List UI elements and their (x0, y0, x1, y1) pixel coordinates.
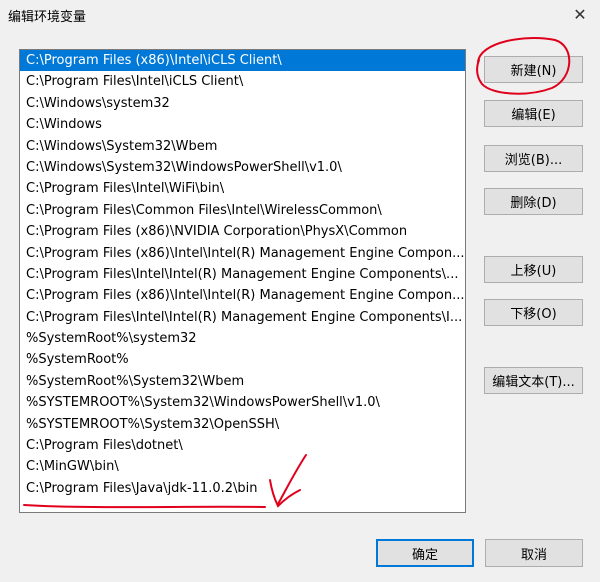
list-item[interactable]: C:\Program Files\Java\jdk-11.0.2\bin (20, 478, 465, 499)
edit-text-button[interactable]: 编辑文本(T)... (484, 367, 583, 394)
list-item[interactable]: %SystemRoot%\System32\Wbem (20, 371, 465, 392)
window-title: 编辑环境变量 (8, 10, 87, 25)
list-item[interactable]: C:\Program Files\Intel\Intel(R) Manageme… (20, 307, 465, 328)
close-icon[interactable]: ✕ (568, 2, 592, 26)
list-item[interactable]: C:\Program Files\Intel\Intel(R) Manageme… (20, 264, 465, 285)
list-item[interactable]: C:\Program Files\Intel\iCLS Client\ (20, 71, 465, 92)
move-down-button[interactable]: 下移(O) (484, 299, 583, 326)
list-item[interactable]: C:\Program Files (x86)\NVIDIA Corporatio… (20, 221, 465, 242)
list-item[interactable]: C:\Program Files (x86)\Intel\iCLS Client… (20, 50, 465, 72)
list-item[interactable]: %SYSTEMROOT%\System32\OpenSSH\ (20, 414, 465, 435)
list-item[interactable]: C:\Windows\System32\Wbem (20, 136, 465, 157)
move-up-button[interactable]: 上移(U) (484, 256, 583, 283)
list-item[interactable]: %SystemRoot%\system32 (20, 328, 465, 349)
list-item[interactable]: C:\Program Files\dotnet\ (20, 435, 465, 456)
list-item[interactable]: C:\MinGW\bin\ (20, 456, 465, 477)
browse-button[interactable]: 浏览(B)... (484, 145, 583, 172)
list-item[interactable]: C:\Program Files (x86)\Intel\Intel(R) Ma… (20, 243, 465, 264)
list-item[interactable]: C:\Program Files (x86)\Intel\Intel(R) Ma… (20, 285, 465, 306)
new-button[interactable]: 新建(N) (484, 56, 583, 83)
list-item[interactable]: C:\Program Files\Common Files\Intel\Wire… (20, 200, 465, 221)
list-item[interactable]: C:\Program Files\Intel\WiFi\bin\ (20, 178, 465, 199)
edit-button[interactable]: 编辑(E) (484, 100, 583, 127)
list-item[interactable]: C:\Windows\system32 (20, 93, 465, 114)
delete-button[interactable]: 删除(D) (484, 188, 583, 215)
cancel-button[interactable]: 取消 (485, 539, 583, 567)
path-list[interactable]: C:\Program Files (x86)\Intel\iCLS Client… (19, 49, 466, 513)
list-item[interactable]: %SYSTEMROOT%\System32\WindowsPowerShell\… (20, 392, 465, 413)
ok-button[interactable]: 确定 (376, 539, 474, 567)
list-item[interactable]: %SystemRoot% (20, 349, 465, 370)
list-item[interactable]: C:\Windows\System32\WindowsPowerShell\v1… (20, 157, 465, 178)
list-item[interactable]: C:\Windows (20, 114, 465, 135)
